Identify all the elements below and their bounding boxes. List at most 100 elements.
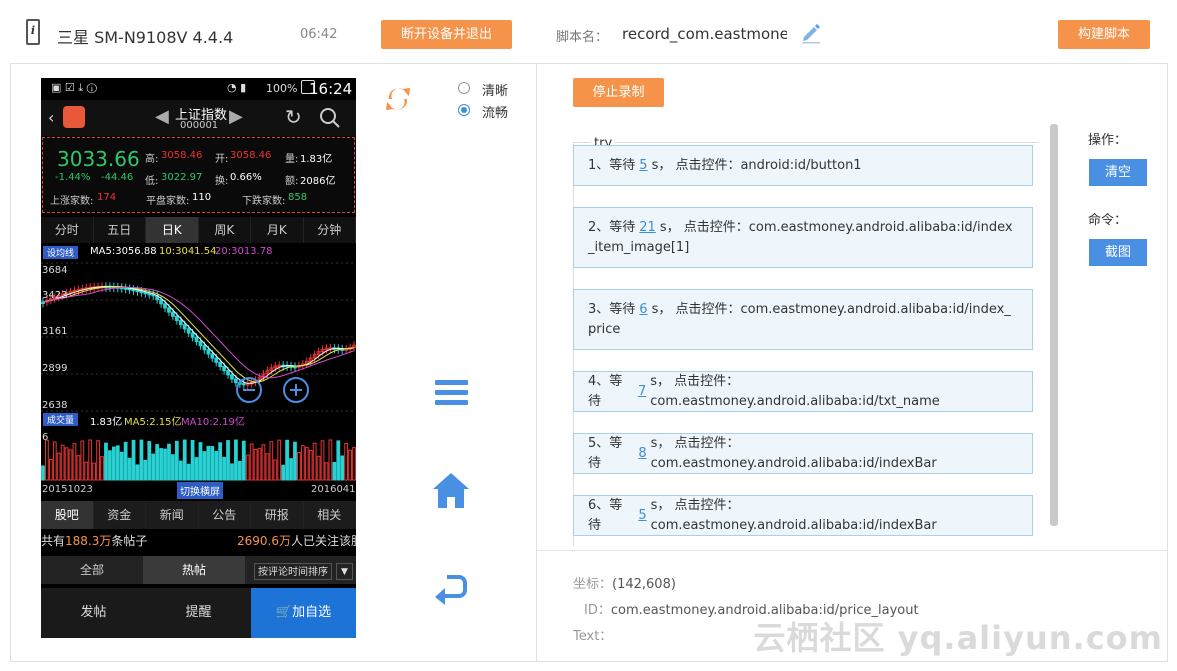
nav-add-watchlist[interactable]: 🛒加自选: [251, 588, 356, 638]
device-info-icon[interactable]: i: [26, 19, 40, 45]
nav-reminder[interactable]: 提醒: [146, 588, 251, 638]
step-wait-link[interactable]: 5: [635, 156, 651, 176]
volume-bar: [328, 439, 333, 481]
volume-bar: [218, 442, 223, 481]
step-wait-link[interactable]: 6: [635, 302, 651, 317]
volume-bar: [115, 445, 120, 481]
tab-wuri[interactable]: 五日: [94, 217, 146, 243]
volume-bar: [206, 445, 211, 481]
step-wait-link[interactable]: 21: [635, 220, 660, 235]
step-index: 1、等待: [588, 157, 636, 173]
ma-line: [42, 286, 355, 383]
edit-icon[interactable]: [800, 22, 822, 44]
tab-yanbao[interactable]: 研报: [251, 501, 304, 529]
volume-bar: [308, 449, 313, 481]
volume-bar: [297, 452, 301, 481]
step-item[interactable]: 5、等待 8 s， 点击控件：com.eastmoney.android.aliba…: [573, 433, 1033, 474]
build-script-button[interactable]: 构建脚本: [1058, 20, 1150, 49]
step-index: 4、等待: [588, 373, 623, 409]
volume-bar: [348, 449, 352, 481]
volume-settings-button[interactable]: 成交量: [43, 413, 79, 426]
sort-dropdown-icon[interactable]: ▼: [336, 563, 353, 580]
volume-bar: [174, 440, 179, 481]
volume-bar: [312, 442, 317, 481]
followers-count: 2690.6万: [237, 534, 291, 548]
home-icon[interactable]: [431, 471, 471, 511]
candle: [159, 299, 163, 305]
next-index-icon[interactable]: ▶: [229, 106, 243, 127]
y-tick-4: 2638: [42, 400, 68, 411]
step-item[interactable]: 2、等待 21 s， 点击控件：com.eastmoney.android.alib…: [573, 207, 1033, 268]
volume-bar: [198, 442, 203, 481]
zoom-controls[interactable]: [234, 370, 314, 410]
volume-bar: [202, 451, 207, 481]
nav-post[interactable]: 发帖: [41, 588, 146, 638]
phone-clock: 16:24: [309, 80, 353, 98]
volume-bar: [352, 447, 356, 481]
tab-fenshi[interactable]: 分时: [41, 217, 94, 243]
details-divider: [537, 550, 1168, 551]
candle: [226, 370, 230, 376]
amount-label: 额:: [285, 176, 299, 187]
volume-bar: [119, 451, 124, 481]
posts-prefix: 共有: [41, 534, 66, 548]
script-name: record_com.eastmone...: [622, 25, 787, 43]
disconnect-button[interactable]: 断开设备并退出: [381, 20, 512, 49]
tab-yuek[interactable]: 月K: [251, 217, 304, 243]
step-item[interactable]: 6、等待 5 s， 点击控件：com.eastmoney.android.aliba…: [573, 495, 1033, 536]
tab-rik[interactable]: 日K: [146, 217, 199, 243]
text-row: Text：: [573, 625, 612, 644]
volume-bar: [340, 455, 345, 481]
stop-recording-button[interactable]: 停止录制: [573, 78, 664, 107]
volume-bar: [68, 449, 73, 481]
tab-xinwen[interactable]: 新闻: [146, 501, 199, 529]
step-wait-link[interactable]: 5: [634, 506, 650, 526]
back-arrow-icon[interactable]: [433, 575, 469, 607]
quality-smooth-radio[interactable]: [458, 104, 470, 116]
tab-zijin[interactable]: 资金: [94, 501, 146, 529]
volume-bar: [210, 446, 215, 481]
steps-scrollbar[interactable]: [1050, 124, 1058, 526]
date-start: 20151023: [42, 484, 93, 495]
refresh-screen-icon[interactable]: [383, 83, 413, 115]
volume-bar: [304, 446, 309, 481]
clear-button[interactable]: 清空: [1089, 159, 1147, 186]
filter-hot[interactable]: 热帖: [143, 556, 245, 584]
step-wait-link[interactable]: 8: [634, 444, 650, 464]
step-wait-link[interactable]: 7: [634, 382, 650, 402]
quality-clear-radio[interactable]: [458, 82, 470, 94]
filter-all[interactable]: 全部: [41, 556, 143, 584]
notification-icons: ▣ ☑ ⤓ ⓘ: [51, 81, 97, 94]
volume-bar: [249, 443, 254, 481]
down-count-label: 下跌家数:: [242, 196, 286, 207]
sort-select[interactable]: 按评论时间排序: [254, 563, 332, 580]
news-tabs: 股吧 资金 新闻 公告 研报 相关: [41, 501, 356, 529]
candle: [222, 365, 226, 372]
device-screen[interactable]: ▣ ☑ ⤓ ⓘ ◔ ▮ 100% 16:24 ‹ ◀ 上证指数 000001 ▶…: [41, 78, 356, 638]
tab-zhouk[interactable]: 周K: [199, 217, 251, 243]
phone-status-bar: ▣ ☑ ⤓ ⓘ ◔ ▮ 100% 16:24: [41, 78, 356, 100]
screenshot-button[interactable]: 截图: [1089, 239, 1147, 266]
step-item[interactable]: 4、等待 7 s， 点击控件：com.eastmoney.android.aliba…: [573, 371, 1033, 412]
tab-gonggao[interactable]: 公告: [199, 501, 251, 529]
search-icon[interactable]: [319, 107, 341, 129]
menu-icon[interactable]: [435, 378, 468, 408]
tab-fenzhong[interactable]: 分钟: [304, 217, 356, 243]
volume-bar: [261, 444, 266, 481]
posts-count: 188.3万: [65, 534, 112, 548]
back-icon[interactable]: ‹: [48, 108, 54, 127]
tab-xiangguan[interactable]: 相关: [304, 501, 356, 529]
step-item[interactable]: 3、等待 6 s， 点击控件：com.eastmoney.android.aliba…: [573, 289, 1033, 350]
tab-guba[interactable]: 股吧: [41, 501, 94, 529]
ma5-value: MA5:3056.88: [90, 246, 157, 257]
volume-bar: [332, 461, 337, 481]
prev-index-icon[interactable]: ◀: [155, 106, 169, 127]
volume-bar: [316, 455, 321, 481]
candle: [190, 332, 195, 338]
volume-bar: [159, 448, 163, 481]
step-item[interactable]: 1、等待 5 s， 点击控件：android:id/button1: [573, 145, 1033, 186]
refresh-quote-icon[interactable]: ↻: [285, 105, 302, 129]
ma-settings-button[interactable]: 设均线: [43, 246, 79, 259]
id-label: ID：: [584, 603, 611, 618]
landscape-switch-button[interactable]: 切换横屏: [177, 482, 223, 499]
